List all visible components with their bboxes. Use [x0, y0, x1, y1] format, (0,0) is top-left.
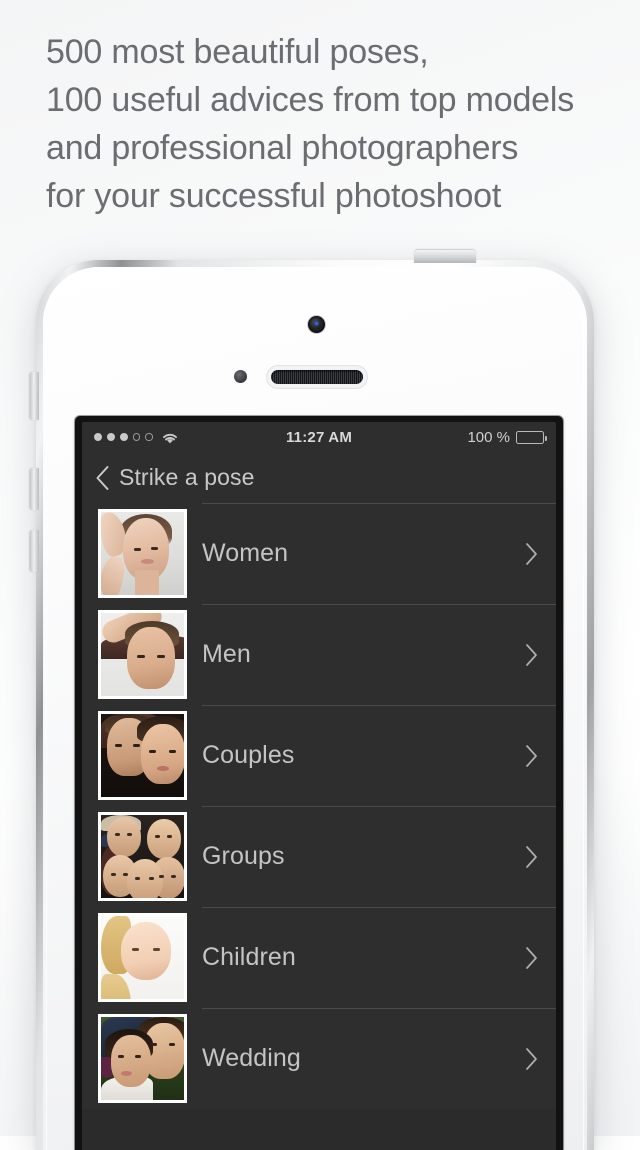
- chevron-right-icon[interactable]: [524, 744, 538, 768]
- page-title: Strike a pose: [119, 464, 255, 490]
- proximity-sensor-icon: [234, 370, 247, 383]
- signal-dot-3: [120, 433, 128, 441]
- list-item-label: Men: [202, 640, 251, 668]
- category-list: Women Men Couples Groups Children Weddin…: [82, 503, 556, 1109]
- chevron-right-icon[interactable]: [524, 542, 538, 566]
- volume-up-button[interactable]: [30, 468, 39, 510]
- list-item-label: Women: [202, 539, 289, 567]
- list-item-men[interactable]: Men: [82, 604, 556, 705]
- list-item-wedding[interactable]: Wedding: [82, 1008, 556, 1109]
- iphone-device-mockup: 11:27 AM 100 % Strike a pose Women Men C…: [30, 250, 594, 1150]
- signal-dot-2: [107, 433, 115, 441]
- row-separator: [202, 705, 556, 706]
- list-item-label: Wedding: [202, 1044, 301, 1072]
- thumbnail-frame: [82, 503, 202, 604]
- list-item-label: Groups: [202, 842, 285, 870]
- man-portrait-thumbnail: [97, 610, 187, 699]
- phone-screen: 11:27 AM 100 % Strike a pose Women Men C…: [82, 422, 556, 1150]
- navigation-bar: Strike a pose: [82, 452, 556, 503]
- child-portrait-thumbnail: [97, 913, 187, 1002]
- list-item-label: Children: [202, 943, 296, 971]
- thumbnail-frame: [82, 1008, 202, 1109]
- list-item-label: Couples: [202, 741, 295, 769]
- list-item-women[interactable]: Women: [82, 503, 556, 604]
- battery-percentage: 100 %: [467, 428, 510, 446]
- mute-switch[interactable]: [30, 372, 39, 420]
- volume-down-button[interactable]: [30, 530, 39, 572]
- signal-dot-4: [133, 433, 141, 441]
- screen-bezel: 11:27 AM 100 % Strike a pose Women Men C…: [75, 416, 563, 1150]
- wifi-icon: [162, 433, 177, 443]
- chevron-right-icon[interactable]: [524, 845, 538, 869]
- battery-indicator: 100 %: [467, 428, 547, 446]
- row-separator: [202, 503, 556, 504]
- row-content: Women: [202, 503, 556, 604]
- row-separator: [202, 1008, 556, 1009]
- back-chevron-icon[interactable]: [94, 464, 111, 492]
- signal-strength-indicator: [94, 433, 153, 441]
- couple-portrait-thumbnail: [97, 711, 187, 800]
- row-separator: [202, 604, 556, 605]
- signal-dot-1: [94, 433, 102, 441]
- signal-dot-5: [145, 433, 153, 441]
- list-item-groups[interactable]: Groups: [82, 806, 556, 907]
- woman-portrait-thumbnail: [97, 509, 187, 598]
- row-content: Wedding: [202, 1008, 556, 1109]
- list-item-children[interactable]: Children: [82, 907, 556, 1008]
- thumbnail-frame: [82, 907, 202, 1008]
- row-separator: [202, 806, 556, 807]
- thumbnail-frame: [82, 604, 202, 705]
- row-separator: [202, 907, 556, 908]
- list-item-couples[interactable]: Couples: [82, 705, 556, 806]
- front-camera-icon: [308, 316, 325, 333]
- thumbnail-frame: [82, 806, 202, 907]
- marketing-headline: 500 most beautiful poses, 100 useful adv…: [46, 33, 575, 215]
- chevron-right-icon[interactable]: [524, 643, 538, 667]
- chevron-right-icon[interactable]: [524, 1047, 538, 1071]
- power-button[interactable]: [414, 250, 476, 263]
- row-content: Couples: [202, 705, 556, 806]
- earpiece-speaker-icon: [271, 370, 363, 384]
- thumbnail-frame: [82, 705, 202, 806]
- chevron-right-icon[interactable]: [524, 946, 538, 970]
- wedding-portrait-thumbnail: [97, 1014, 187, 1103]
- battery-icon: [516, 430, 547, 444]
- status-bar: 11:27 AM 100 %: [82, 422, 556, 452]
- row-content: Children: [202, 907, 556, 1008]
- row-content: Groups: [202, 806, 556, 907]
- group-portrait-thumbnail: [97, 812, 187, 901]
- row-content: Men: [202, 604, 556, 705]
